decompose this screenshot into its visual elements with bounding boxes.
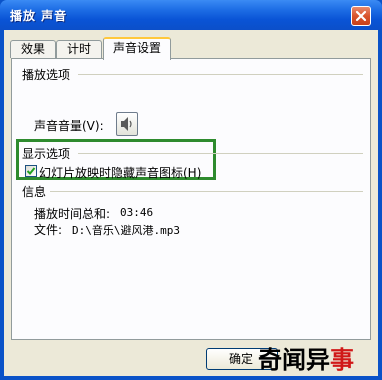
tab-sound-settings[interactable]: 声音设置 [103,37,171,60]
title-bar[interactable]: 播放 声音 [0,0,382,30]
playback-options-title: 播放选项 [22,68,71,82]
tab-timing[interactable]: 计时 [56,40,102,58]
volume-button[interactable] [116,112,138,136]
checkmark-icon [26,167,36,175]
dialog-window: 播放 声音 效果 计时 声音设置 播放选项 声音音量(V): 显示选项 幻灯片放… [0,0,382,380]
duration-value: 03:46 [120,206,154,219]
group-divider [50,191,363,192]
group-divider [78,74,363,75]
watermark-logo: 奇闻异事 [258,340,354,375]
window-title: 播放 声音 [10,9,68,23]
tab-panel-sound-settings: 播放选项 声音音量(V): 显示选项 幻灯片放映时隐藏声音图标(H) 信息 播放… [11,58,371,340]
hide-icon-label[interactable]: 幻灯片放映时隐藏声音图标(H) [39,164,201,181]
close-icon [355,10,367,22]
dialog-client-area: 效果 计时 声音设置 播放选项 声音音量(V): 显示选项 幻灯片放映时隐藏声音… [4,30,378,376]
info-title: 信息 [22,185,47,199]
close-button[interactable] [351,6,371,26]
watermark-text-accent: 事 [330,346,354,374]
tab-effects[interactable]: 效果 [10,40,56,58]
display-options-title: 显示选项 [22,147,71,161]
group-divider [78,153,363,154]
file-value: D:\音乐\避风港.mp3 [72,224,180,237]
duration-label: 播放时间总和: [34,207,111,221]
volume-label: 声音音量(V): [34,119,104,133]
speaker-icon [121,117,132,131]
file-label: 文件: [34,223,63,237]
hide-icon-checkbox[interactable] [25,165,37,177]
watermark-text: 奇闻异 [258,346,330,374]
